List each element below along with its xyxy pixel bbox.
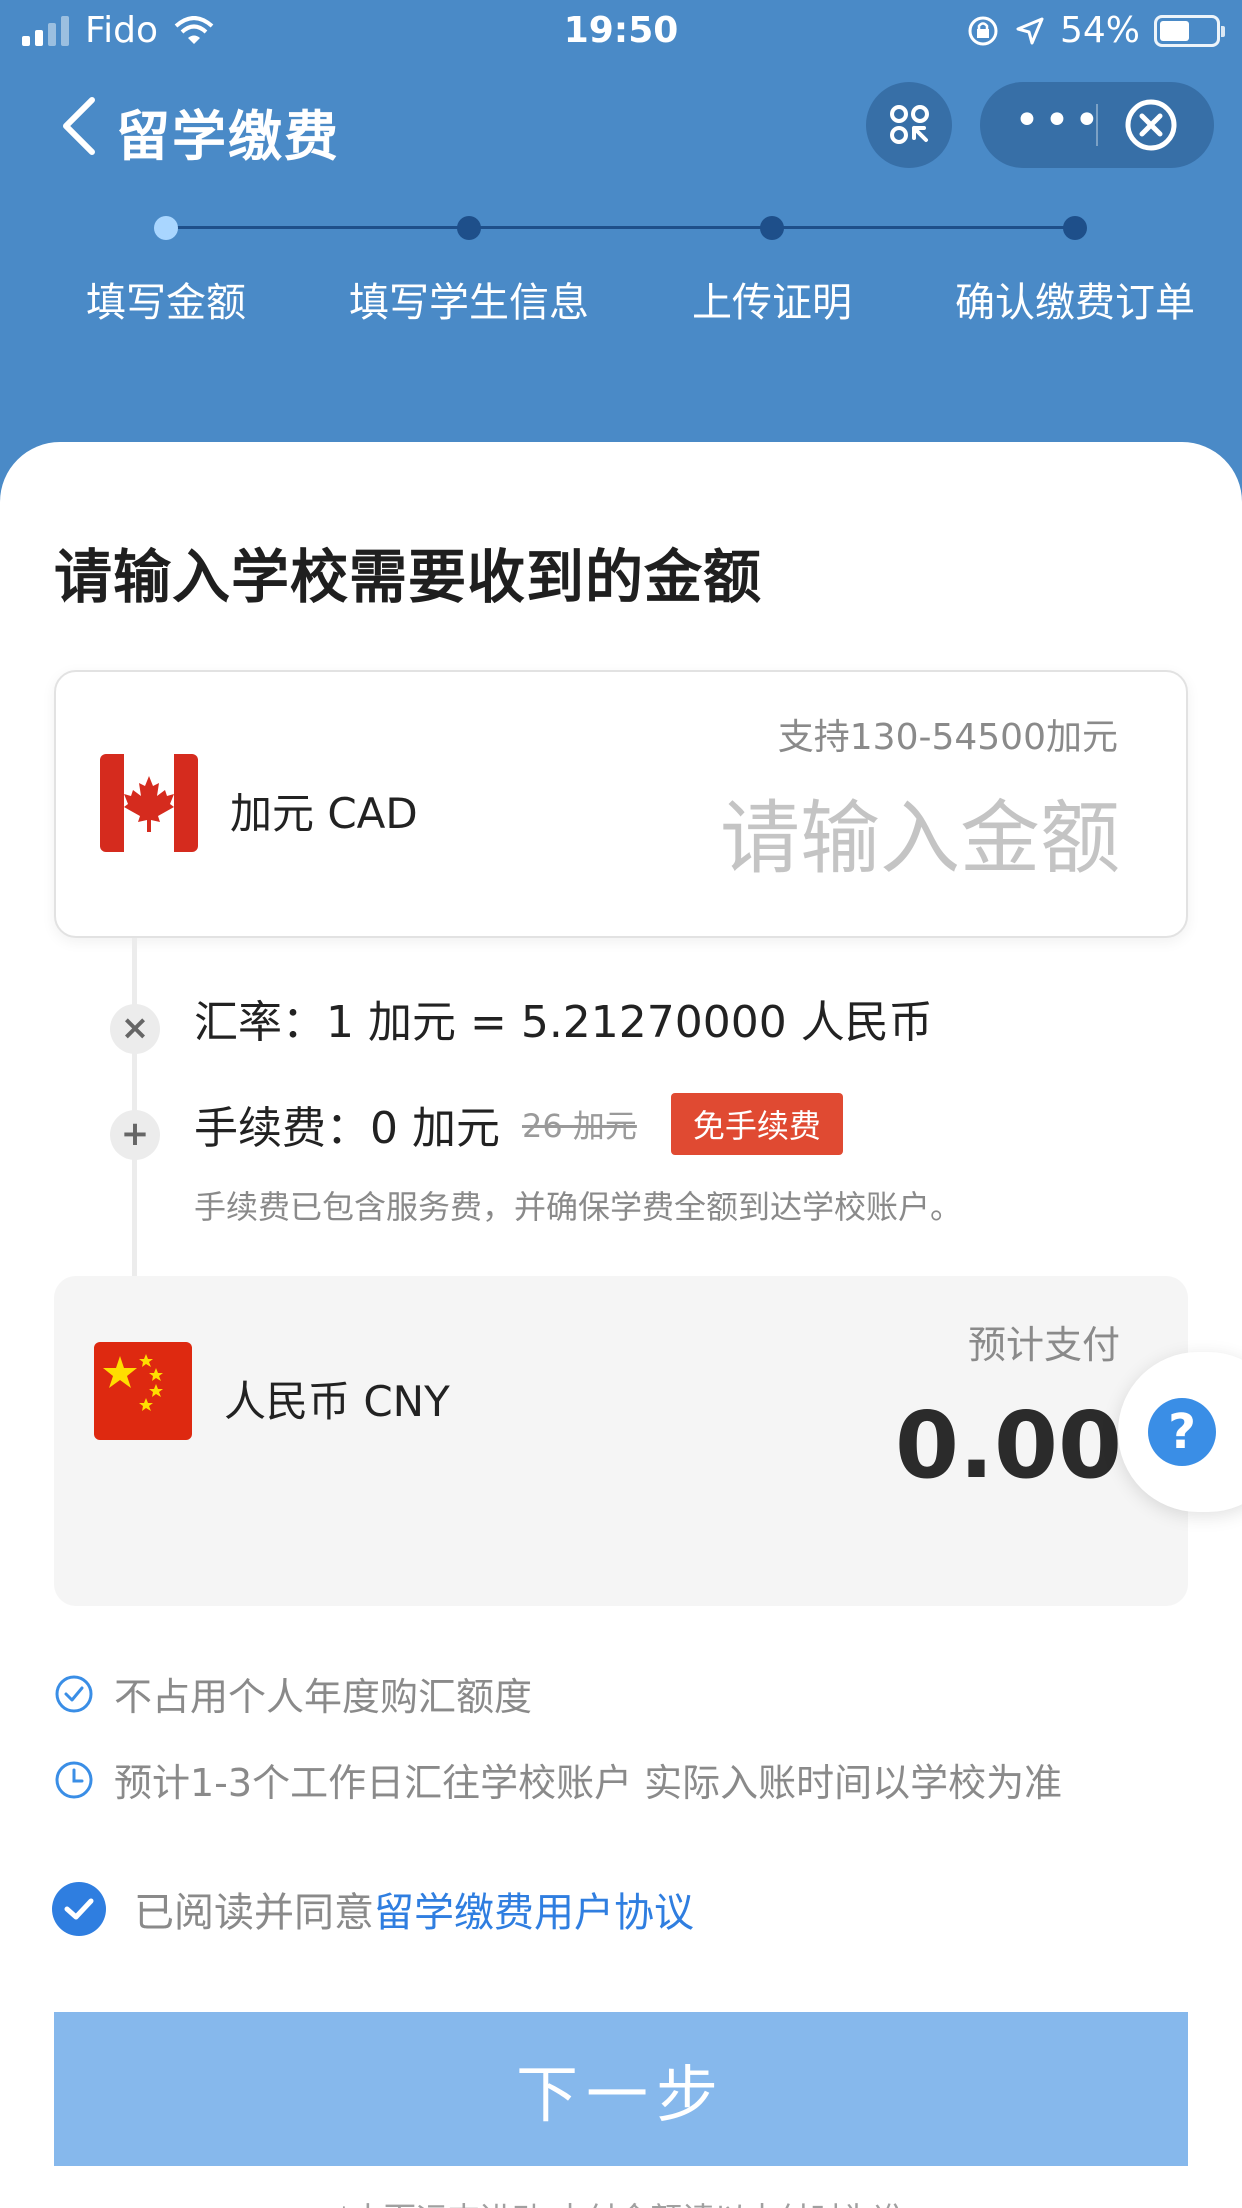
fee-free-badge: 免手续费 (670, 1093, 843, 1155)
estimate-value: 0.00 (895, 1392, 1122, 1499)
scan-icon (890, 105, 929, 144)
multiply-icon: × (110, 1004, 160, 1054)
canada-flag-icon (100, 754, 198, 852)
fee-row: 手续费：0 加元 26 加元 免手续费 (194, 1092, 843, 1156)
location-icon (1016, 17, 1044, 44)
status-bar: Fido 19:50 54% (0, 0, 1242, 62)
question-icon: ? (1148, 1398, 1216, 1466)
back-chevron-left-icon[interactable] (56, 94, 106, 158)
battery-icon (1154, 14, 1225, 47)
more-button[interactable]: ••• (1014, 99, 1100, 143)
original-fee: 26 加元 (521, 1107, 637, 1145)
feature-timing: 预计1-3个工作日汇往学校账户 实际入账时间以学校为准 (54, 1752, 1062, 1807)
cad-amount-card: 加元 CAD 支持130-54500加元 (54, 670, 1188, 938)
feature-quota-text: 不占用个人年度购汇额度 (114, 1675, 533, 1719)
source-currency-name: 加元 CAD (230, 789, 418, 838)
scan-button[interactable] (866, 82, 952, 168)
amount-input[interactable] (600, 792, 1120, 885)
step-label-student-info: 填写学生信息 (349, 280, 589, 326)
header: Fido 19:50 54% 留学缴费 ••• 填写金额 填写学生信息 上传证明… (0, 0, 1242, 470)
checkmark-icon (64, 1898, 94, 1920)
amount-range-hint: 支持130-54500加元 (777, 717, 1118, 758)
fee-note: 手续费已包含服务费，并确保学费全额到达学校账户。 (194, 1188, 963, 1226)
page-title: 留学缴费 (116, 105, 340, 168)
step-dot-4 (1063, 216, 1087, 240)
step-dot-3 (760, 216, 784, 240)
clock-icon (55, 1761, 93, 1798)
progress-steps: 填写金额 填写学生信息 上传证明 确认缴费订单 (0, 210, 1242, 326)
step-label-upload-proof: 上传证明 (692, 280, 852, 326)
feature-quota: 不占用个人年度购汇额度 (54, 1666, 532, 1721)
step-label-amount: 填写金额 (86, 280, 246, 326)
agree-checkbox[interactable] (52, 1882, 106, 1936)
steps-line (166, 226, 1076, 229)
next-step-button[interactable]: 下一步 (54, 2012, 1188, 2166)
feature-timing-text: 预计1-3个工作日汇往学校账户 实际入账时间以学校为准 (114, 1761, 1063, 1805)
capsule-divider (1096, 104, 1098, 146)
step-label-confirm-order: 确认缴费订单 (955, 280, 1195, 326)
agreement-prefix: 已阅读并同意 (134, 1890, 374, 1936)
check-circle-icon (55, 1675, 93, 1712)
battery-percent: 54% (1059, 10, 1140, 51)
step-dot-1 (154, 216, 178, 240)
rotation-lock-icon (968, 16, 998, 45)
exchange-rate: 汇率：1 加元 = 5.21270000 人民币 (194, 997, 933, 1048)
step-dot-2 (457, 216, 481, 240)
cny-estimate-card: 人民币 CNY 预计支付 0.00 (54, 1276, 1188, 1606)
navbar: 留学缴费 ••• (0, 80, 1242, 170)
form-title: 请输入学校需要收到的金额 (54, 543, 763, 611)
estimate-label: 预计支付 (967, 1323, 1120, 1367)
user-agreement-link[interactable]: 留学缴费用户协议 (374, 1880, 694, 1938)
bottom-note: *丰而运吉进动 支付金额请以支付时为准 (0, 2194, 1242, 2208)
agreement-row: 已阅读并同意 留学缴费用户协议 (52, 1880, 694, 1938)
form-sheet: 请输入学校需要收到的金额 加元 CAD 支持130-54500加元 × 汇率：1… (0, 442, 1242, 2208)
plus-icon: + (110, 1110, 160, 1160)
menu-capsule: ••• (980, 82, 1214, 168)
close-circle-icon[interactable] (1123, 97, 1179, 153)
target-currency-name: 人民币 CNY (224, 1377, 450, 1426)
fee-label: 手续费：0 加元 (194, 1103, 500, 1154)
china-flag-icon (94, 1342, 192, 1440)
